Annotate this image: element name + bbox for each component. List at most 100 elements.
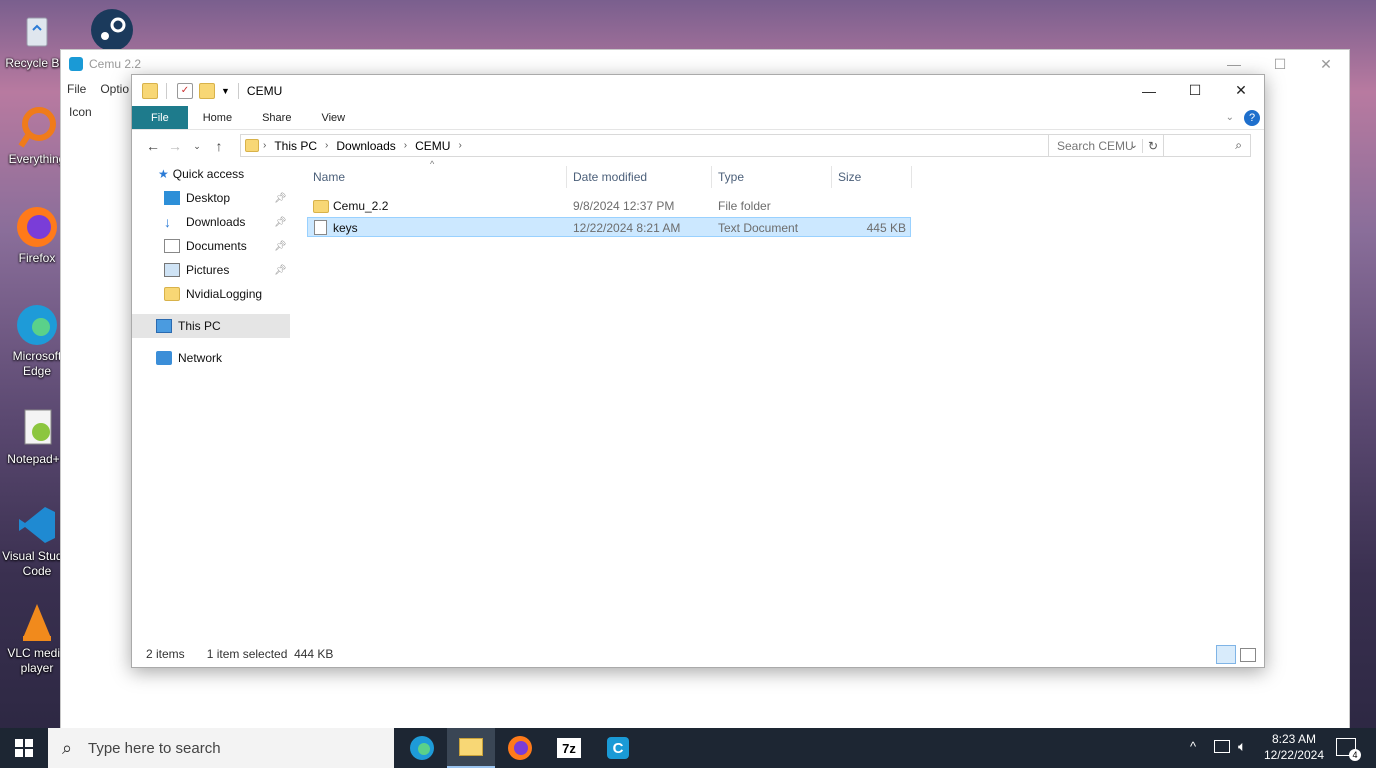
firefox-icon (15, 205, 59, 249)
details-view-icon[interactable] (1216, 645, 1236, 664)
minimize-button[interactable]: — (1126, 75, 1172, 106)
volume-icon[interactable]: 🔈︎ (1238, 738, 1246, 755)
nav-label: Quick access (172, 167, 245, 181)
cemu-title: Cemu 2.2 (89, 57, 142, 71)
file-type: File folder (718, 199, 771, 213)
everything-icon (15, 106, 59, 150)
notification-count-badge: 4 (1349, 749, 1361, 761)
close-button[interactable]: ✕ (1303, 50, 1349, 78)
search-box[interactable]: Search CEMU ⌕ (1048, 134, 1251, 157)
address-row: ← → ⌄ ↑ › This PC › Downloads › CEMU › ⌄… (132, 130, 1264, 162)
maximize-button[interactable]: ☐ (1172, 75, 1218, 106)
text-file-icon (314, 219, 327, 235)
ribbon-tabs: File Home Share View ⌄ ? (132, 106, 1264, 130)
menu-file[interactable]: File (67, 82, 86, 96)
vlc-icon (15, 600, 59, 644)
explorer-title: CEMU (246, 83, 283, 98)
nav-item-downloads[interactable]: ↓ Downloads 📌︎ (132, 210, 302, 234)
nav-item-nvidialogging[interactable]: NvidiaLogging (132, 282, 302, 306)
expand-ribbon-icon[interactable]: ⌄ (1226, 106, 1234, 129)
windows-icon (15, 739, 33, 757)
file-row[interactable]: Cemu_2.2 9/8/2024 12:37 PM File folder (307, 196, 911, 216)
search-input[interactable]: Search CEMU (1057, 139, 1235, 153)
taskbar-app-7zip[interactable]: 7z (545, 728, 593, 768)
large-icons-view-icon[interactable] (1240, 648, 1256, 662)
explorer-titlebar: ✓ ▼ CEMU — ☐ ✕ (132, 75, 1264, 106)
file-size: 445 KB (866, 221, 906, 235)
notepadpp-icon (15, 406, 59, 450)
vscode-icon (15, 503, 59, 547)
taskbar-app-file-explorer[interactable] (447, 728, 495, 768)
notification-center-icon[interactable]: 4 (1336, 738, 1361, 761)
network-status-icon[interactable] (1214, 740, 1230, 753)
taskbar-clock[interactable]: 8:23 AM 12/22/2024 (1264, 731, 1324, 763)
up-arrow-icon[interactable]: ↑ (208, 138, 230, 154)
show-hidden-icons-icon[interactable]: ^ (1190, 739, 1196, 754)
network-icon (156, 351, 172, 365)
nav-item-desktop[interactable]: Desktop 📌︎ (132, 186, 302, 210)
menu-options[interactable]: Optio (100, 82, 129, 96)
chevron-down-icon[interactable]: ▼ (221, 86, 230, 96)
file-explorer-icon (459, 738, 483, 756)
desktop-icon-label: Notepad++ (7, 452, 67, 466)
star-icon: ★ (158, 167, 169, 181)
taskbar-app-firefox[interactable] (496, 728, 544, 768)
close-button[interactable]: ✕ (1218, 75, 1264, 106)
desktop-icon-label: VLC media player (7, 646, 67, 675)
file-row-selected[interactable]: keys 12/22/2024 8:21 AM Text Document 44… (307, 217, 911, 237)
recycle-bin-icon (15, 10, 59, 54)
documents-icon (164, 239, 180, 253)
file-date: 12/22/2024 8:21 AM (573, 221, 681, 235)
new-folder-icon[interactable] (199, 82, 215, 99)
steam-icon[interactable] (88, 8, 136, 52)
start-button[interactable] (0, 728, 48, 768)
nav-label: NvidiaLogging (186, 287, 263, 301)
properties-icon[interactable]: ✓ (177, 82, 193, 99)
search-icon: ⌕ (62, 737, 73, 758)
file-explorer-window: ✓ ▼ CEMU — ☐ ✕ File Home Share View ⌄ ? … (131, 74, 1265, 668)
nav-quick-access[interactable]: ★ Quick access (132, 162, 302, 186)
desktop-icon-label: Firefox (18, 251, 56, 265)
computer-icon (156, 319, 172, 333)
help-icon[interactable]: ? (1244, 110, 1260, 126)
pin-icon: 📌︎ (274, 264, 287, 276)
forward-arrow-icon[interactable]: → (164, 138, 186, 154)
breadcrumb-cemu[interactable]: CEMU (411, 139, 454, 153)
breadcrumb-this-pc[interactable]: This PC (270, 139, 321, 153)
7zip-icon: 7z (557, 738, 581, 758)
tab-file[interactable]: File (132, 106, 188, 129)
taskbar-search-input[interactable]: Type here to search (88, 740, 221, 757)
pictures-icon (164, 263, 180, 277)
recent-locations-icon[interactable]: ⌄ (186, 141, 208, 152)
nav-label: Desktop (186, 191, 231, 205)
clock-time: 8:23 AM (1271, 732, 1316, 746)
folder-icon (313, 199, 329, 213)
nav-label: Pictures (186, 263, 230, 277)
status-selection: 1 item selected 444 KB (206, 647, 334, 661)
tab-view[interactable]: View (306, 106, 360, 129)
column-header-type[interactable]: Type (712, 166, 832, 188)
chevron-right-icon: › (263, 140, 267, 151)
address-bar[interactable]: › This PC › Downloads › CEMU › ⌄ ↻ (240, 134, 1164, 157)
tab-home[interactable]: Home (188, 106, 247, 129)
nav-item-this-pc[interactable]: This PC (132, 314, 290, 338)
breadcrumb-downloads[interactable]: Downloads (332, 139, 399, 153)
column-header-name[interactable]: Name (307, 166, 567, 188)
download-icon: ↓ (164, 214, 171, 230)
taskbar-search[interactable]: ⌕ Type here to search (48, 728, 394, 768)
nav-item-pictures[interactable]: Pictures 📌︎ (132, 258, 302, 282)
status-bar: 2 items 1 item selected 444 KB (146, 647, 333, 661)
edge-icon (15, 303, 59, 347)
chevron-right-icon: › (325, 140, 329, 151)
desktop-icon-label: Everything (8, 152, 66, 166)
taskbar-app-cemu[interactable]: C (594, 728, 642, 768)
column-header-date[interactable]: Date modified (567, 166, 712, 188)
column-header-size[interactable]: Size (832, 166, 912, 188)
nav-item-network[interactable]: Network (132, 346, 302, 370)
back-arrow-icon[interactable]: ← (142, 138, 164, 154)
tab-share[interactable]: Share (247, 106, 306, 129)
taskbar-app-edge[interactable] (398, 728, 446, 768)
navigation-pane: ★ Quick access Desktop 📌︎ ↓ Downloads 📌︎… (132, 162, 302, 370)
nav-item-documents[interactable]: Documents 📌︎ (132, 234, 302, 258)
nav-label: This PC (178, 319, 221, 333)
